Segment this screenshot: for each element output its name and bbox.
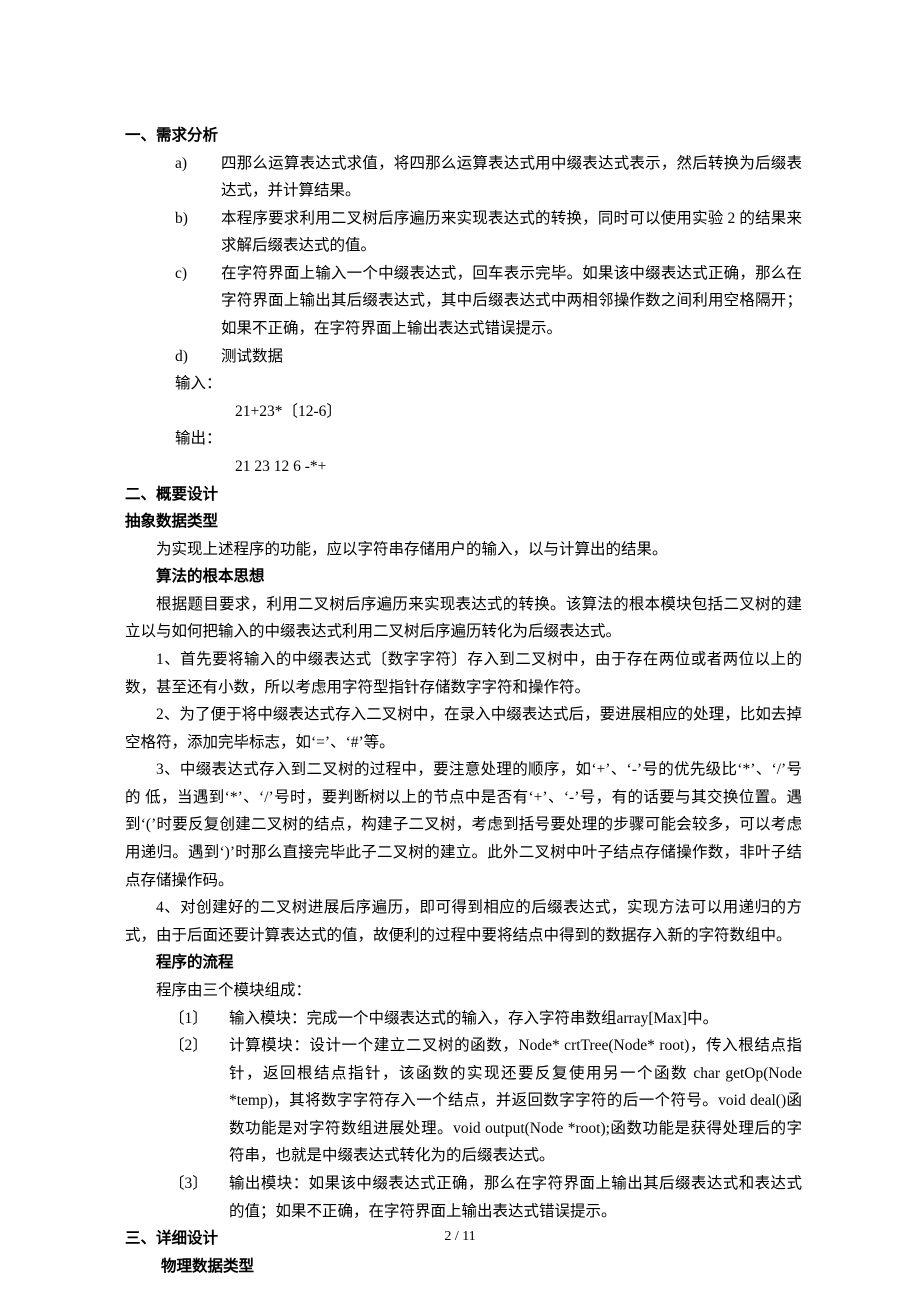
paragraph: 4、对创建好的二叉树进展后序遍历，即可得到相应的后缀表达式，实现方法可以用递归的… xyxy=(125,894,802,949)
paragraph: 2、为了便于将中缀表达式存入二叉树中，在录入中缀表达式后，要进展相应的处理，比如… xyxy=(125,701,802,756)
paragraph: 1、首先要将输入的中缀表达式〔数字字符〕存入到二叉树中，由于存在两位或者两位以上… xyxy=(125,646,802,701)
section-1-title: 一、需求分析 xyxy=(125,122,802,150)
item-text: 在字符界面上输入一个中缀表达式，回车表示完毕。如果该中缀表达式正确，那么在字符界… xyxy=(221,260,802,343)
subsection-flow-title: 程序的流程 xyxy=(125,949,802,977)
item-text: 四那么运算表达式求值，将四那么运算表达式用中缀表达式表示，然后转换为后缀表达式，… xyxy=(221,150,802,205)
input-label: 输入： xyxy=(175,370,802,398)
io-block: 输入： xyxy=(125,370,802,398)
subsection-adt-title: 抽象数据类型 xyxy=(125,508,802,536)
item-text: 测试数据 xyxy=(221,343,802,371)
item-marker: 〔1〕 xyxy=(169,1005,229,1033)
paragraph: 3、中缀表达式存入到二叉树的过程中，要注意处理的顺序，如‘+’、‘-’号的优先级… xyxy=(125,756,802,894)
item-text: 输出模块：如果该中缀表达式正确，那么在字符界面上输出其后缀表达式和表达式的值；如… xyxy=(229,1170,802,1225)
module-item: 〔3〕 输出模块：如果该中缀表达式正确，那么在字符界面上输出其后缀表达式和表达式… xyxy=(125,1170,802,1225)
list-item: a) 四那么运算表达式求值，将四那么运算表达式用中缀表达式表示，然后转换为后缀表… xyxy=(175,150,802,205)
item-marker: c) xyxy=(175,260,221,343)
paragraph: 程序由三个模块组成： xyxy=(125,977,802,1005)
page: 一、需求分析 a) 四那么运算表达式求值，将四那么运算表达式用中缀表达式表示，然… xyxy=(0,0,920,1302)
io-block: 输出： xyxy=(125,425,802,453)
paragraph: 为实现上述程序的功能，应以字符串存储用户的输入，以与计算出的结果。 xyxy=(125,536,802,564)
page-footer: 2 / 11 xyxy=(0,1225,920,1250)
subsection-phys-title: 物理数据类型 xyxy=(125,1253,802,1281)
input-value: 21+23*〔12-6〕 xyxy=(125,398,802,426)
section-2-title: 二、概要设计 xyxy=(125,481,802,509)
item-text: 本程序要求利用二叉树后序遍历来实现表达式的转换，同时可以使用实验 2 的结果来求… xyxy=(221,205,802,260)
item-marker: 〔3〕 xyxy=(169,1170,229,1225)
output-label: 输出： xyxy=(175,425,802,453)
section-1-list: a) 四那么运算表达式求值，将四那么运算表达式用中缀表达式表示，然后转换为后缀表… xyxy=(125,150,802,371)
module-item: 〔1〕 输入模块：完成一个中缀表达式的输入，存入字符串数组array[Max]中… xyxy=(125,1005,802,1033)
item-text: 计算模块：设计一个建立二叉树的函数，Node* crtTree(Node* ro… xyxy=(229,1032,802,1170)
list-item: d) 测试数据 xyxy=(175,343,802,371)
item-marker: b) xyxy=(175,205,221,260)
list-item: b) 本程序要求利用二叉树后序遍历来实现表达式的转换，同时可以使用实验 2 的结… xyxy=(175,205,802,260)
item-marker: 〔2〕 xyxy=(169,1032,229,1170)
item-marker: d) xyxy=(175,343,221,371)
item-text: 输入模块：完成一个中缀表达式的输入，存入字符串数组array[Max]中。 xyxy=(229,1005,802,1033)
module-item: 〔2〕 计算模块：设计一个建立二叉树的函数，Node* crtTree(Node… xyxy=(125,1032,802,1170)
list-item: c) 在字符界面上输入一个中缀表达式，回车表示完毕。如果该中缀表达式正确，那么在… xyxy=(175,260,802,343)
output-value: 21 23 12 6 -*+ xyxy=(125,453,802,481)
subsection-algo-title: 算法的根本思想 xyxy=(125,563,802,591)
paragraph: 根据题目要求，利用二叉树后序遍历来实现表达式的转换。该算法的根本模块包括二叉树的… xyxy=(125,591,802,646)
item-marker: a) xyxy=(175,150,221,205)
